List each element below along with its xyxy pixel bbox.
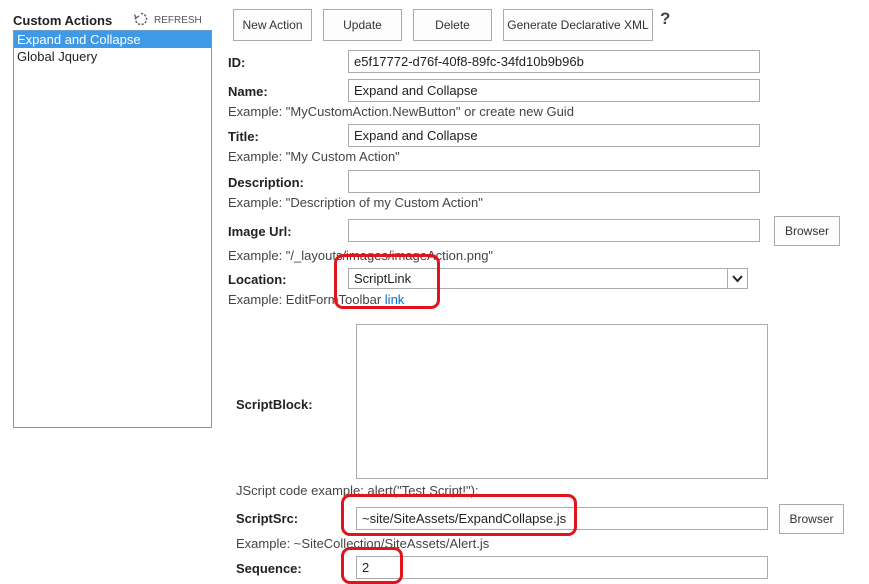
location-example-text: Example: EditFormToolbar: [228, 292, 382, 307]
location-example-link[interactable]: link: [385, 292, 405, 307]
title-field[interactable]: Expand and Collapse: [348, 124, 760, 147]
refresh-button[interactable]: REFRESH: [133, 11, 202, 30]
image-browser-button[interactable]: Browser: [774, 216, 840, 246]
generate-xml-button[interactable]: Generate Declarative XML: [503, 9, 653, 41]
refresh-label: REFRESH: [154, 15, 202, 26]
new-action-button[interactable]: New Action: [233, 9, 312, 41]
update-button[interactable]: Update: [323, 9, 402, 41]
script-src-field[interactable]: ~site/SiteAssets/ExpandCollapse.js: [356, 507, 768, 530]
image-url-example: Example: "/_layouts/images/imageAction.p…: [228, 248, 494, 263]
name-field[interactable]: Expand and Collapse: [348, 79, 760, 102]
description-example: Example: "Description of my Custom Actio…: [228, 195, 483, 210]
id-field[interactable]: e5f17772-d76f-40f8-89fc-34fd10b9b96b: [348, 50, 760, 73]
help-icon[interactable]: ?: [660, 9, 670, 29]
list-item-global-jquery[interactable]: Global Jquery: [14, 48, 211, 65]
script-src-browser-button[interactable]: Browser: [779, 504, 844, 534]
location-selected-value: ScriptLink: [354, 271, 412, 286]
location-select[interactable]: ScriptLink: [348, 268, 748, 289]
script-block-label: ScriptBlock:: [236, 397, 313, 412]
location-label: Location:: [228, 272, 287, 287]
list-item-expand-and-collapse[interactable]: Expand and Collapse: [14, 31, 211, 48]
image-url-field[interactable]: [348, 219, 760, 242]
refresh-icon: [133, 11, 149, 30]
chevron-down-icon[interactable]: [727, 269, 747, 288]
custom-actions-list[interactable]: Expand and Collapse Global Jquery: [13, 30, 212, 428]
sidebar-title: Custom Actions: [13, 13, 113, 28]
description-field[interactable]: [348, 170, 760, 193]
delete-button[interactable]: Delete: [413, 9, 492, 41]
script-block-textarea[interactable]: [356, 324, 768, 479]
script-src-example: Example: ~SiteCollection/SiteAssets/Aler…: [236, 536, 490, 551]
script-block-example: JScript code example: alert("Test Script…: [236, 483, 479, 498]
description-label: Description:: [228, 175, 304, 190]
sequence-field[interactable]: 2: [356, 556, 768, 579]
sequence-label: Sequence:: [236, 561, 302, 576]
location-example: Example: EditFormToolbar link: [228, 292, 404, 307]
id-label: ID:: [228, 55, 246, 70]
title-label: Title:: [228, 129, 259, 144]
image-url-label: Image Url:: [228, 224, 292, 239]
name-example: Example: "MyCustomAction.NewButton" or c…: [228, 104, 574, 119]
title-example: Example: "My Custom Action": [228, 149, 400, 164]
name-label: Name:: [228, 84, 268, 99]
script-src-label: ScriptSrc:: [236, 511, 299, 526]
